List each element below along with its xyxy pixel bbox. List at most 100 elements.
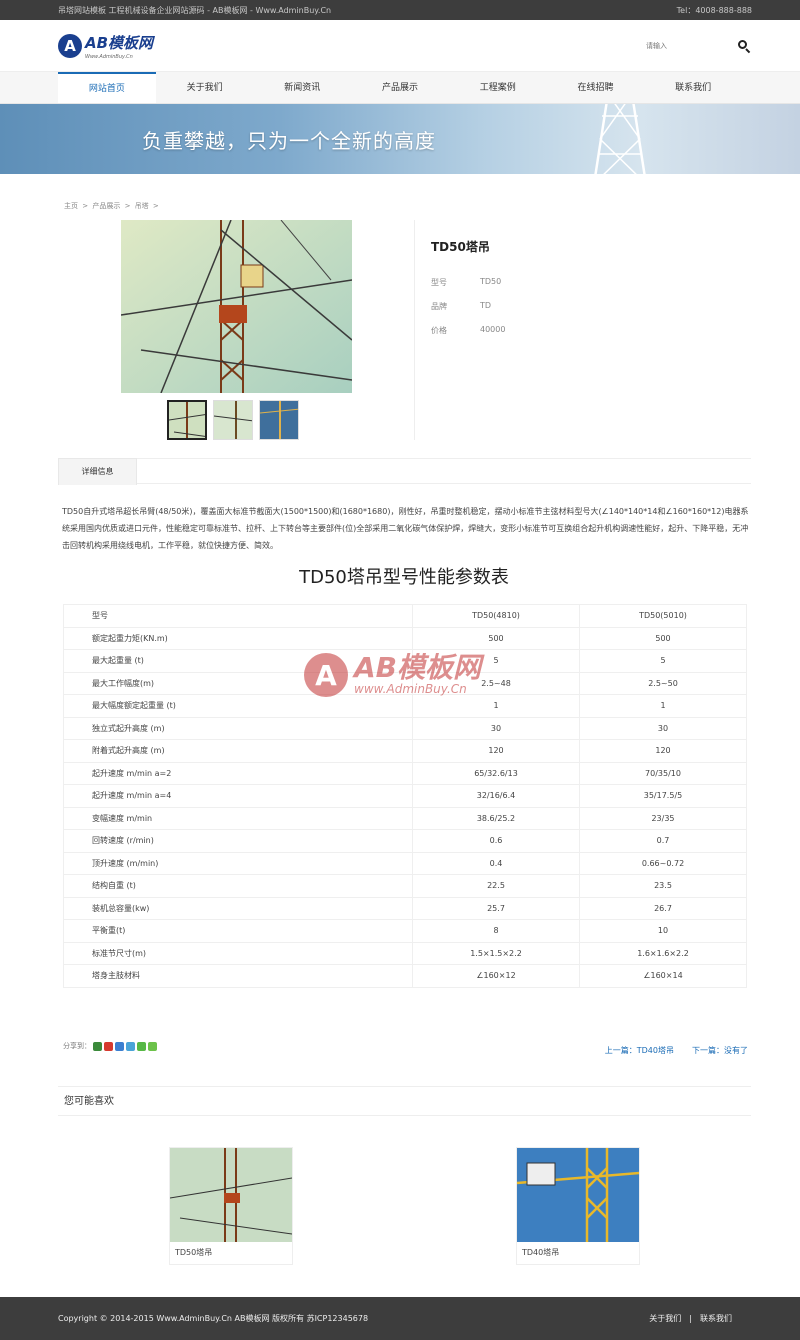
spec-row: 结构自重 (t) 22.5 23.5	[63, 874, 747, 898]
related-card-image	[517, 1148, 639, 1242]
search-icon[interactable]	[736, 38, 752, 54]
spec-label: 顶升速度 (m/min)	[63, 851, 413, 875]
breadcrumb-products[interactable]: 产品展示	[92, 202, 120, 210]
attr-brand: 品牌 TD	[431, 301, 492, 311]
spec-table-title: TD50塔吊型号性能参数表	[299, 567, 509, 588]
spec-label: 额定起重力矩(KN.m)	[63, 626, 413, 650]
footer-link-about[interactable]: 关于我们	[649, 1313, 681, 1324]
spec-value: 30	[412, 716, 580, 740]
spec-table: 型号 TD50(4810) TD50(5010) 额定起重力矩(KN.m) 500 500…	[63, 604, 747, 988]
spec-row: 回转速度 (r/min) 0.6 0.7	[63, 829, 747, 853]
breadcrumb-category[interactable]: 吊塔	[135, 202, 149, 210]
spec-label: 最大工作幅度(m)	[63, 671, 413, 695]
share-more-icon[interactable]	[148, 1041, 157, 1051]
related-card-title: TD50塔吊	[175, 1248, 213, 1257]
spec-value: 30	[579, 716, 747, 740]
spec-label: 最大起重量 (t)	[63, 649, 413, 673]
spec-value: TD50(5010)	[579, 604, 747, 628]
footer: Copyright © 2014-2015 Www.AdminBuy.Cn AB…	[0, 1297, 800, 1340]
related-heading: 您可能喜欢	[58, 1086, 751, 1116]
header: A AB模板网 Www.AdminBuy.Cn	[0, 20, 800, 72]
spec-row: 独立式起升高度 (m) 30 30	[63, 716, 747, 740]
phone-number: Tel：4008-888-888	[676, 5, 752, 15]
spec-value: 70/35/10	[579, 761, 747, 785]
related-card-image	[170, 1148, 292, 1242]
nav-jobs[interactable]: 在线招聘	[547, 72, 645, 103]
spec-label: 独立式起升高度 (m)	[63, 716, 413, 740]
spec-value: 32/16/6.4	[412, 784, 580, 808]
nav-contact[interactable]: 联系我们	[644, 72, 742, 103]
spec-value: 0.7	[579, 829, 747, 853]
spec-value: 35/17.5/5	[579, 784, 747, 808]
nav-about[interactable]: 关于我们	[156, 72, 254, 103]
spec-value: 2.5~50	[579, 671, 747, 695]
spec-label: 标准节尺寸(m)	[63, 941, 413, 965]
spec-row: 起升速度 m/min a=2 65/32.6/13 70/35/10	[63, 761, 747, 785]
logo-name: AB模板网	[85, 33, 154, 52]
nav-home[interactable]: 网站首页	[58, 72, 156, 103]
spec-value: 38.6/25.2	[412, 806, 580, 830]
share-weibo-icon[interactable]	[104, 1041, 113, 1051]
product-title: TD50塔吊	[431, 240, 490, 254]
spec-label: 起升速度 m/min a=4	[63, 784, 413, 808]
nav-products[interactable]: 产品展示	[351, 72, 449, 103]
attr-price: 价格 40000	[431, 325, 506, 335]
spec-value: 65/32.6/13	[412, 761, 580, 785]
spec-row: 装机总容量(kw) 25.7 26.7	[63, 896, 747, 920]
share-bar: 分享到：	[63, 1041, 157, 1051]
spec-value: 22.5	[412, 874, 580, 898]
spec-value: 5	[579, 649, 747, 673]
related-card-title: TD40塔吊	[522, 1248, 560, 1257]
spec-label: 平衡重(t)	[63, 919, 413, 943]
share-renren-icon[interactable]	[126, 1041, 135, 1051]
spec-row: 最大幅度额定起重量 (t) 1 1	[63, 694, 747, 718]
spec-row: 最大起重量 (t) 5 5	[63, 649, 747, 673]
next-link[interactable]: 下一篇：没有了	[692, 1045, 748, 1056]
tab-detail[interactable]: 详细信息	[58, 458, 137, 485]
spec-value: 120	[579, 739, 747, 763]
detail-tabs: 详细信息	[58, 458, 751, 485]
site-logo[interactable]: A AB模板网 Www.AdminBuy.Cn	[58, 32, 153, 60]
attr-model: 型号 TD50	[431, 277, 502, 287]
pager: 上一篇：TD40塔吊 下一篇：没有了	[605, 1045, 748, 1056]
spec-value: 500	[579, 626, 747, 650]
spec-value: 23/35	[579, 806, 747, 830]
spec-label: 装机总容量(kw)	[63, 896, 413, 920]
info-divider	[414, 220, 415, 440]
spec-label: 最大幅度额定起重量 (t)	[63, 694, 413, 718]
spec-value: 1	[412, 694, 580, 718]
footer-link-contact[interactable]: 联系我们	[700, 1313, 732, 1324]
spec-value: 0.6	[412, 829, 580, 853]
spec-value: 2.5~48	[412, 671, 580, 695]
spec-row: 变幅速度 m/min 38.6/25.2 23/35	[63, 806, 747, 830]
spec-row: 平衡重(t) 8 10	[63, 919, 747, 943]
prev-link[interactable]: 上一篇：TD40塔吊	[605, 1045, 674, 1056]
nav-cases[interactable]: 工程案例	[449, 72, 547, 103]
breadcrumb-home[interactable]: 主页	[64, 202, 78, 210]
related-card-1[interactable]: TD50塔吊	[169, 1147, 293, 1265]
spec-value: 120	[412, 739, 580, 763]
search-input[interactable]	[646, 41, 736, 50]
spec-row: 额定起重力矩(KN.m) 500 500	[63, 626, 747, 650]
spec-value: ∠160×14	[579, 964, 747, 988]
thumbnail-strip	[167, 400, 299, 440]
thumbnail-1[interactable]	[167, 400, 207, 440]
thumbnail-2[interactable]	[213, 400, 253, 440]
share-tqq-icon[interactable]	[115, 1041, 124, 1051]
spec-value: ∠160×12	[412, 964, 580, 988]
spec-label: 回转速度 (r/min)	[63, 829, 413, 853]
spec-row: 附着式起升高度 (m) 120 120	[63, 739, 747, 763]
spec-label: 附着式起升高度 (m)	[63, 739, 413, 763]
related-card-2[interactable]: TD40塔吊	[516, 1147, 640, 1265]
banner-slogan: 负重攀越，只为一个全新的高度	[142, 129, 436, 153]
share-label: 分享到：	[63, 1042, 91, 1050]
breadcrumb: 主页 > 产品展示 > 吊塔 >	[64, 202, 159, 210]
nav-news[interactable]: 新闻资讯	[253, 72, 351, 103]
spec-value: 1.5×1.5×2.2	[412, 941, 580, 965]
spec-label: 型号	[63, 604, 413, 628]
thumbnail-3[interactable]	[259, 400, 299, 440]
spec-value: 1.6×1.6×2.2	[579, 941, 747, 965]
share-qzone-icon[interactable]	[93, 1041, 102, 1051]
share-wechat-icon[interactable]	[137, 1041, 146, 1051]
main-nav: 网站首页 关于我们 新闻资讯 产品展示 工程案例 在线招聘 联系我们	[0, 72, 800, 104]
